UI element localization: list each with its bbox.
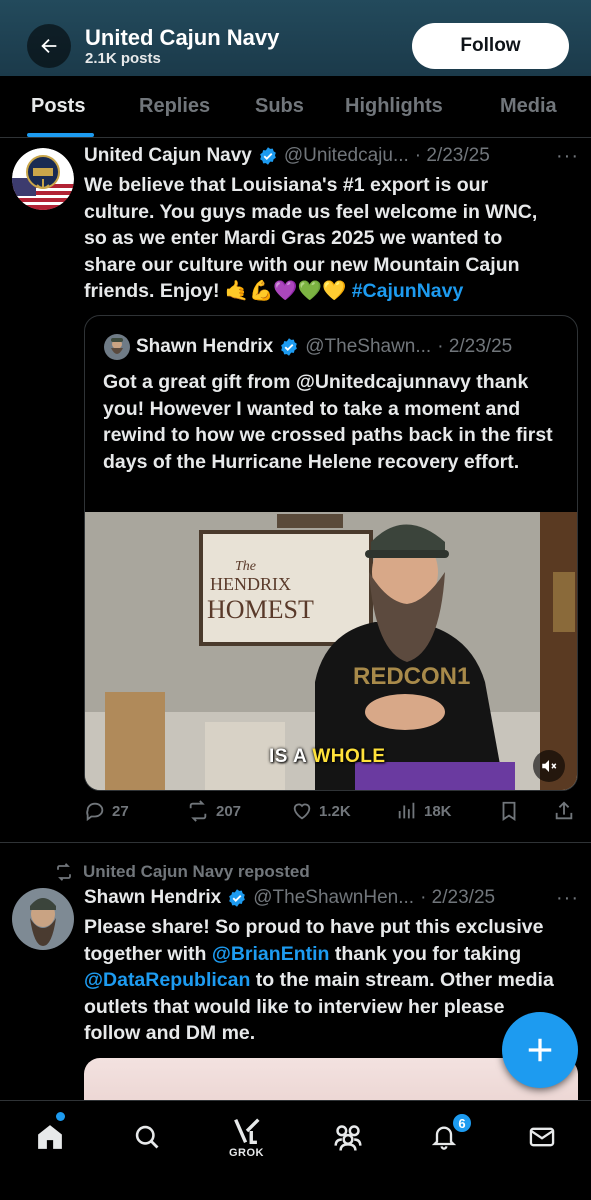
search-icon: [135, 1125, 159, 1149]
verified-badge-icon: [281, 338, 298, 356]
post-text: We believe that Louisiana's #1 export is…: [84, 172, 544, 305]
tab-highlights[interactable]: Highlights: [345, 95, 443, 118]
share-button[interactable]: [553, 800, 575, 822]
svg-text:HOMEST: HOMEST: [207, 595, 314, 624]
post-action-bar: 27 207 1.2K 18K: [84, 800, 578, 826]
person-avatar-icon: [12, 888, 74, 950]
caption-text: IS A: [269, 746, 313, 767]
unread-dot: [56, 1112, 65, 1121]
svg-text:HENDRIX: HENDRIX: [210, 574, 291, 594]
share-icon: [555, 801, 573, 820]
post-body: thank you for taking: [329, 942, 522, 965]
person-avatar-icon: [104, 334, 130, 360]
reposted-by-text[interactable]: United Cajun Navy reposted: [83, 862, 310, 882]
nav-communities[interactable]: [330, 1119, 366, 1155]
reply-icon: [86, 802, 104, 822]
verified-badge-icon: [260, 147, 276, 165]
author-name[interactable]: United Cajun Navy: [84, 145, 252, 167]
notification-badge: 6: [451, 1112, 473, 1134]
author-handle[interactable]: @TheShawnHen...: [253, 887, 414, 909]
united-cajun-navy-logo-icon: [12, 148, 74, 210]
reply-count: 27: [112, 802, 129, 820]
svg-text:The: The: [235, 559, 256, 574]
tab-media[interactable]: Media: [500, 95, 557, 118]
bookmark-icon: [502, 801, 516, 821]
follow-button[interactable]: Follow: [412, 23, 569, 69]
profile-header: United Cajun Navy 2.1K posts Follow: [0, 0, 591, 76]
profile-tabs: Posts Replies Subs Highlights Media: [0, 76, 591, 138]
nav-messages[interactable]: [524, 1119, 560, 1155]
avatar[interactable]: [12, 148, 74, 210]
heart-icon: [293, 803, 311, 820]
post-date[interactable]: · 2/23/25: [415, 145, 490, 167]
speaker-muted-icon: [542, 760, 557, 772]
quote-date: · 2/23/25: [437, 336, 513, 357]
repost-icon: [57, 863, 71, 881]
active-tab-indicator: [27, 133, 94, 137]
more-options-icon[interactable]: ···: [556, 145, 579, 168]
quote-avatar: [104, 334, 130, 360]
nav-grok[interactable]: [229, 1113, 265, 1149]
compose-button[interactable]: [502, 1012, 578, 1088]
repost-count: 207: [216, 802, 242, 820]
avatar[interactable]: [12, 888, 74, 950]
grok-icon: [234, 1118, 260, 1145]
mail-icon: [529, 1127, 555, 1147]
like-count: 1.2K: [319, 802, 351, 820]
mute-button[interactable]: [533, 750, 565, 782]
mention-link[interactable]: @DataRepublican: [84, 969, 250, 991]
post-text: Please share! So proud to have put this …: [84, 914, 554, 1047]
reply-button[interactable]: 27: [84, 800, 129, 822]
grok-label: GROK: [229, 1147, 264, 1159]
bookmark-button[interactable]: [498, 800, 520, 822]
repost-indicator: United Cajun Navy reposted: [54, 862, 310, 882]
post-header: Shawn Hendrix @TheShawnHen... · 2/23/25: [84, 887, 495, 909]
more-options-icon[interactable]: ···: [556, 887, 579, 910]
mention-link[interactable]: @BrianEntin: [212, 943, 330, 965]
caption-highlight: WHOLE: [312, 746, 386, 767]
plus-icon: [528, 1038, 552, 1062]
home-icon: [38, 1125, 62, 1149]
views-button[interactable]: 18K: [396, 800, 452, 822]
nav-search[interactable]: [129, 1119, 165, 1155]
repost-icon: [189, 800, 207, 822]
verified-badge-icon: [229, 889, 246, 907]
nav-home[interactable]: [32, 1119, 68, 1155]
post-header: United Cajun Navy @Unitedcaju... · 2/23/…: [84, 145, 490, 167]
like-button[interactable]: 1.2K: [291, 800, 351, 822]
emoji-row: 🤙💪💜💚💛: [224, 280, 347, 302]
quote-author-handle: @TheShawn...: [305, 336, 432, 357]
video-player[interactable]: The HENDRIX HOMEST REDCON1 IS A WHOLE: [85, 512, 577, 790]
tab-replies[interactable]: Replies: [139, 95, 210, 118]
arrow-left-icon: [41, 38, 57, 54]
back-button[interactable]: [27, 24, 71, 68]
hashtag-link[interactable]: #CajunNavy: [352, 280, 464, 302]
author-handle[interactable]: @Unitedcaju...: [284, 145, 409, 167]
quote-author-name: Shawn Hendrix: [136, 336, 274, 357]
post-divider: [0, 842, 591, 843]
tab-posts[interactable]: Posts: [31, 95, 85, 118]
svg-text:REDCON1: REDCON1: [353, 663, 470, 690]
repost-button[interactable]: 207: [186, 800, 241, 822]
post-date[interactable]: · 2/23/25: [420, 887, 495, 909]
quoted-post[interactable]: Shawn Hendrix @TheShawn... · 2/23/25 Got…: [84, 315, 578, 791]
quote-text: Got a great gift from @Unitedcajunnavy t…: [103, 371, 553, 473]
views-count: 18K: [424, 802, 452, 820]
video-caption: IS A WHOLE: [269, 746, 386, 768]
communities-icon: [334, 1125, 362, 1151]
posts-count: 2.1K posts: [85, 50, 161, 67]
bottom-navigation: [0, 1100, 591, 1200]
views-icon: [398, 802, 415, 819]
tab-subs[interactable]: Subs: [255, 95, 304, 118]
author-name[interactable]: Shawn Hendrix: [84, 887, 221, 909]
quote-header: Shawn Hendrix @TheShawn... · 2/23/25: [136, 336, 512, 358]
profile-name: United Cajun Navy: [85, 25, 280, 50]
